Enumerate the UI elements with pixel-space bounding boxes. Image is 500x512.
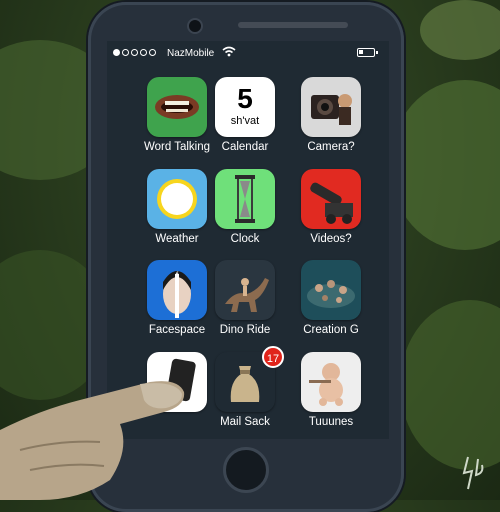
camera-icon [301,77,361,137]
carrier-name: NazMobile [167,48,215,59]
face-icon: f [147,260,207,320]
app-camera[interactable]: Camera? [286,77,376,153]
cannon-icon [301,169,361,229]
home-button[interactable] [223,447,269,493]
cherub-icon [301,352,361,412]
sun-icon [147,169,207,229]
signal-dot [149,49,156,56]
app-creation[interactable]: Creation G [286,260,376,336]
app-label: Creation G [303,324,359,336]
front-camera [187,18,203,34]
app-videos[interactable]: Videos? [286,169,376,245]
app-label: Dino Ride [219,324,271,336]
artist-logo [462,456,484,490]
app-tuuunes[interactable]: Tuuunes [286,352,376,428]
app-dino-ride[interactable]: Dino Ride [200,260,290,336]
battery-icon [357,48,378,57]
app-label: Mail Sack [220,416,270,428]
status-bar: NazMobile [107,41,389,65]
mouth-icon [147,77,207,137]
figures-icon [301,260,361,320]
signal-dot [140,49,147,56]
app-label: Videos? [310,233,352,245]
signal-dot [122,49,129,56]
app-label: Calendar [221,141,269,153]
app-mail-sack[interactable]: 17 Mail Sack [200,346,290,428]
signal-dot [113,49,120,56]
dinosaur-icon [215,260,275,320]
app-label: Tuuunes [308,416,354,428]
signal-strength [113,49,156,56]
app-clock[interactable]: Clock [200,169,290,245]
calendar-day: 5 [237,83,253,114]
calendar-month: sh'vat [230,115,260,127]
hand-image [0,381,185,500]
calendar-icon: 5 sh'vat [215,77,275,137]
clock-icon [215,169,275,229]
app-calendar[interactable]: 5 sh'vat Calendar [200,77,290,153]
notification-badge: 17 [262,346,284,368]
app-label: Camera? [307,141,355,153]
earpiece [238,22,348,28]
signal-dot [131,49,138,56]
app-label: Clock [230,233,260,245]
wifi-icon [222,46,236,60]
